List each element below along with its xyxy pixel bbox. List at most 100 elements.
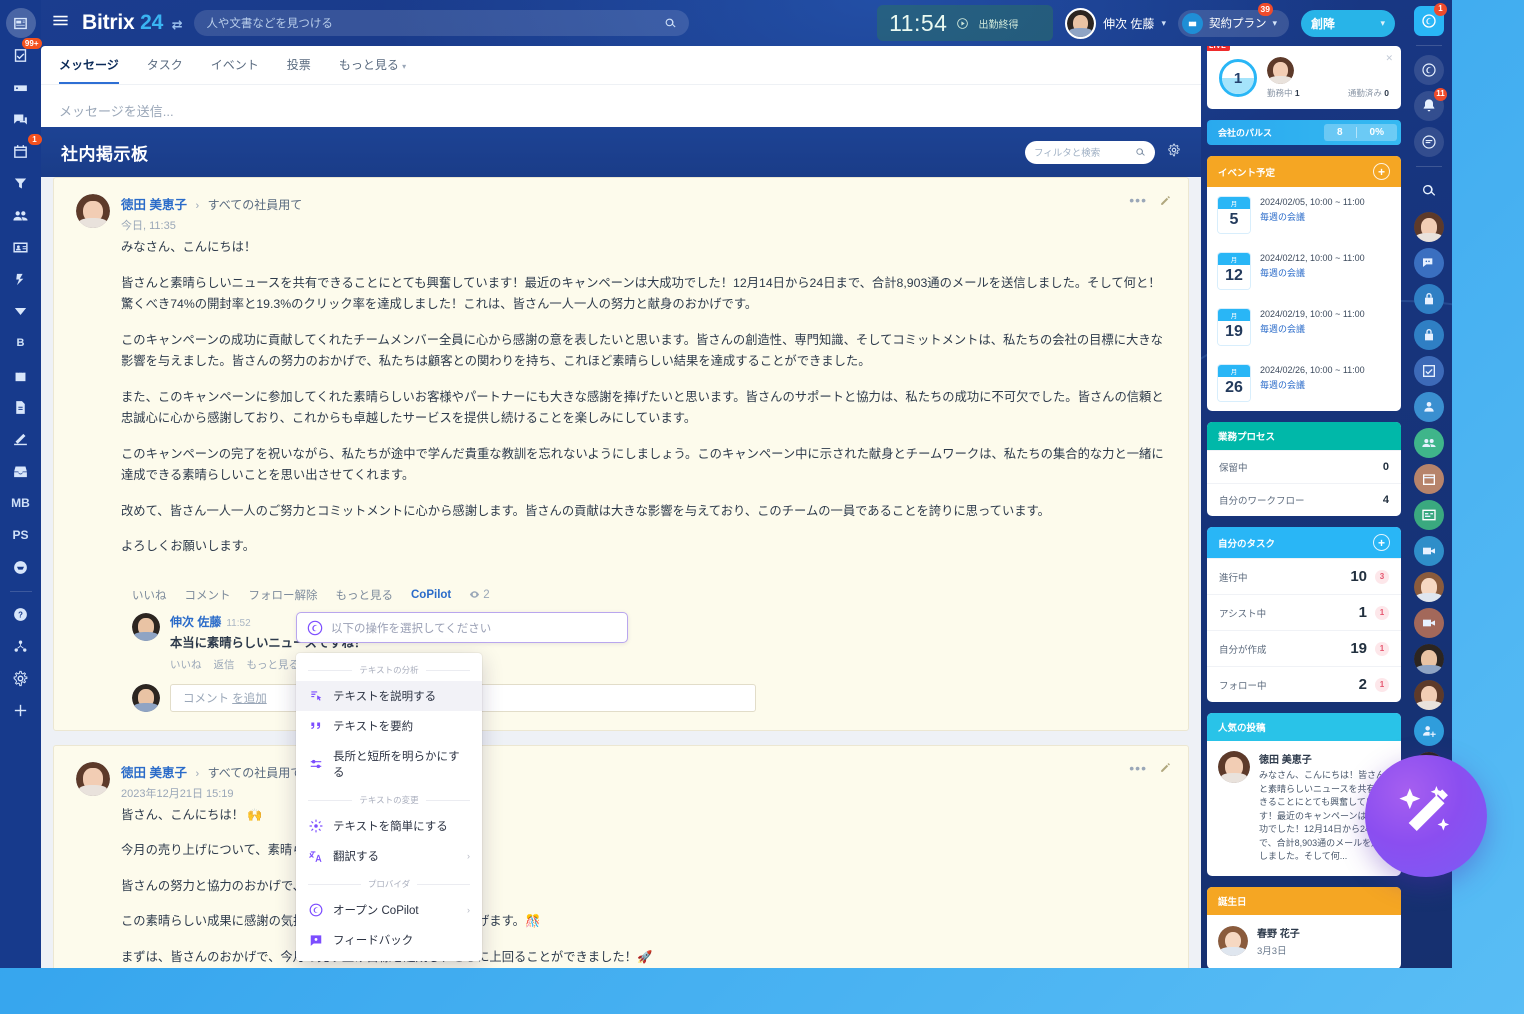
sidebar-item-company[interactable] (6, 232, 36, 262)
sidebar-item-tasks[interactable]: 99+ (6, 40, 36, 70)
menu-item-translate[interactable]: 翻訳する › (296, 841, 482, 871)
filter-search-input[interactable]: フィルタと検索 (1025, 141, 1155, 164)
sidebar-item-automation[interactable] (6, 631, 36, 661)
post-author[interactable]: 徳田 美恵子 (121, 766, 187, 780)
toolbar-profile-button[interactable] (1414, 392, 1444, 422)
sidebar-item-shop[interactable] (6, 360, 36, 390)
list-item[interactable]: 保留中 0 (1207, 450, 1401, 483)
toolbar-users-button[interactable] (1414, 428, 1444, 458)
tab-events[interactable]: イベント (211, 56, 259, 84)
menu-item-feedback[interactable]: フィードバック (296, 925, 482, 955)
sidebar-item-mb[interactable]: MB (6, 488, 36, 518)
hamburger-menu-button[interactable] (51, 11, 70, 35)
toolbar-recent-contact[interactable] (1414, 212, 1444, 242)
toolbar-copilot-chat-button[interactable] (1414, 55, 1444, 85)
sidebar-item-ps[interactable]: PS (6, 520, 36, 550)
sidebar-item-settings[interactable] (6, 663, 36, 693)
comment-author[interactable]: 伸次 佐藤 (170, 615, 221, 629)
brand-logo[interactable]: Bitrix 24 ⇄ (82, 11, 182, 35)
plus-icon[interactable]: + (1373, 534, 1390, 551)
list-item[interactable]: 自分が作成 19 1 (1207, 630, 1401, 666)
toolbar-add-contact-button[interactable] (1414, 716, 1444, 746)
sidebar-item-add[interactable] (6, 695, 36, 725)
copilot-prompt-input[interactable]: 以下の操作を選択してください (296, 612, 628, 643)
sidebar-item-calendar[interactable]: 1 (6, 136, 36, 166)
menu-item-explain-text[interactable]: テキストを説明する (296, 681, 482, 711)
menu-item-pros-cons[interactable]: 長所と短所を明らかにする (296, 741, 482, 787)
sidebar-item-drive[interactable] (6, 72, 36, 102)
sidebar-item-contacts[interactable] (6, 200, 36, 230)
sidebar-item-market[interactable] (6, 552, 36, 582)
list-item[interactable]: アシスト中 1 1 (1207, 594, 1401, 630)
magic-wand-fab[interactable] (1365, 755, 1487, 877)
toolbar-video-record-button[interactable] (1414, 608, 1444, 638)
create-button[interactable]: 創降 ▾ (1301, 10, 1395, 37)
swap-icon[interactable]: ⇄ (172, 17, 183, 32)
board-settings-button[interactable] (1167, 143, 1181, 162)
list-item[interactable]: フォロー中 2 1 (1207, 666, 1401, 702)
toolbar-board-button[interactable] (1414, 500, 1444, 530)
company-pulse-bar[interactable]: 会社のパルス 8 0% (1207, 120, 1401, 145)
global-search-input[interactable]: 人や文書などを見つける (194, 10, 689, 36)
post-author[interactable]: 徳田 美恵子 (121, 198, 187, 212)
event-name[interactable]: 毎週の会議 (1260, 322, 1365, 335)
toolbar-lock-button[interactable] (1414, 284, 1444, 314)
sidebar-item-inbox[interactable] (6, 456, 36, 486)
tab-tasks[interactable]: タスク (147, 56, 183, 84)
sidebar-item-documents[interactable] (6, 392, 36, 422)
menu-item-simplify-text[interactable]: テキストを簡単にする (296, 811, 482, 841)
comment-reply-button[interactable]: 返信 (214, 657, 235, 672)
more-button[interactable]: もっと見る (336, 587, 394, 603)
work-timer-button[interactable]: 11:54 出勤終得 (877, 5, 1053, 41)
comment-like-button[interactable]: いいね (170, 657, 202, 672)
user-menu[interactable]: 伸次 佐藤 ▾ (1065, 8, 1166, 39)
sidebar-item-crm-funnel[interactable] (6, 168, 36, 198)
sidebar-item-marketing[interactable] (6, 296, 36, 326)
sidebar-item-bi[interactable]: B (6, 328, 36, 358)
sidebar-item-sites[interactable] (6, 264, 36, 294)
toolbar-copilot-button[interactable]: 1 (1414, 6, 1444, 36)
edit-pencil-icon[interactable] (1159, 194, 1172, 207)
unfollow-button[interactable]: フォロー解除 (249, 587, 318, 603)
post-more-button[interactable]: ••• (1129, 760, 1147, 776)
tab-polls[interactable]: 投票 (287, 56, 311, 84)
event-name[interactable]: 毎週の会議 (1260, 210, 1365, 223)
event-item[interactable]: 月5 2024/02/05, 10:00 ~ 11:00毎週の会議 (1207, 187, 1401, 243)
sidebar-item-signature[interactable] (6, 424, 36, 454)
activity-feed[interactable]: ••• 徳田 美恵子 › すべての社員用て 今日, 11:35 みなさん、こんに… (41, 177, 1201, 968)
toolbar-chat-group-button[interactable] (1414, 248, 1444, 278)
toolbar-search-button[interactable] (1414, 176, 1444, 206)
toolbar-notifications-button[interactable]: 11 (1414, 91, 1444, 121)
sidebar-item-chat[interactable] (6, 104, 36, 134)
menu-item-open-copilot[interactable]: オープン CoPilot › (296, 895, 482, 925)
sidebar-item-help[interactable]: ? (6, 599, 36, 629)
toolbar-contact-3[interactable] (1414, 644, 1444, 674)
event-name[interactable]: 毎週の会議 (1260, 378, 1365, 391)
toolbar-calendar-button[interactable] (1414, 464, 1444, 494)
event-name[interactable]: 毎週の会議 (1260, 266, 1365, 279)
like-button[interactable]: いいね (132, 587, 167, 603)
post-more-button[interactable]: ••• (1129, 192, 1147, 208)
edit-pencil-icon[interactable] (1159, 761, 1172, 774)
menu-item-summarize-text[interactable]: テキストを要約 (296, 711, 482, 741)
toolbar-contact-2[interactable] (1414, 572, 1444, 602)
avatar[interactable] (132, 613, 160, 641)
avatar[interactable] (1267, 57, 1294, 84)
toolbar-task-check-button[interactable] (1414, 356, 1444, 386)
list-item[interactable]: 進行中 10 3 (1207, 558, 1401, 594)
birthday-item[interactable]: 春野 花子 3月3日 (1207, 915, 1401, 969)
event-item[interactable]: 月26 2024/02/26, 10:00 ~ 11:00毎週の会議 (1207, 355, 1401, 411)
toolbar-messenger-button[interactable] (1414, 127, 1444, 157)
tab-messages[interactable]: メッセージ (59, 56, 119, 84)
list-item[interactable]: 自分のワークフロー 4 (1207, 483, 1401, 516)
tab-more[interactable]: もっと見る ▾ (339, 56, 406, 84)
event-item[interactable]: 月12 2024/02/12, 10:00 ~ 11:00毎週の会議 (1207, 243, 1401, 299)
close-icon[interactable]: ✕ (1385, 53, 1393, 64)
event-item[interactable]: 月19 2024/02/19, 10:00 ~ 11:00毎週の会議 (1207, 299, 1401, 355)
comment-more-button[interactable]: もっと見る (247, 657, 300, 672)
toolbar-contact-4[interactable] (1414, 680, 1444, 710)
copilot-button[interactable]: CoPilot (411, 589, 451, 601)
toolbar-video-call-button[interactable] (1414, 536, 1444, 566)
toolbar-secure-button[interactable] (1414, 320, 1444, 350)
plan-button[interactable]: 契約プラン ▾ 39 (1178, 10, 1289, 37)
